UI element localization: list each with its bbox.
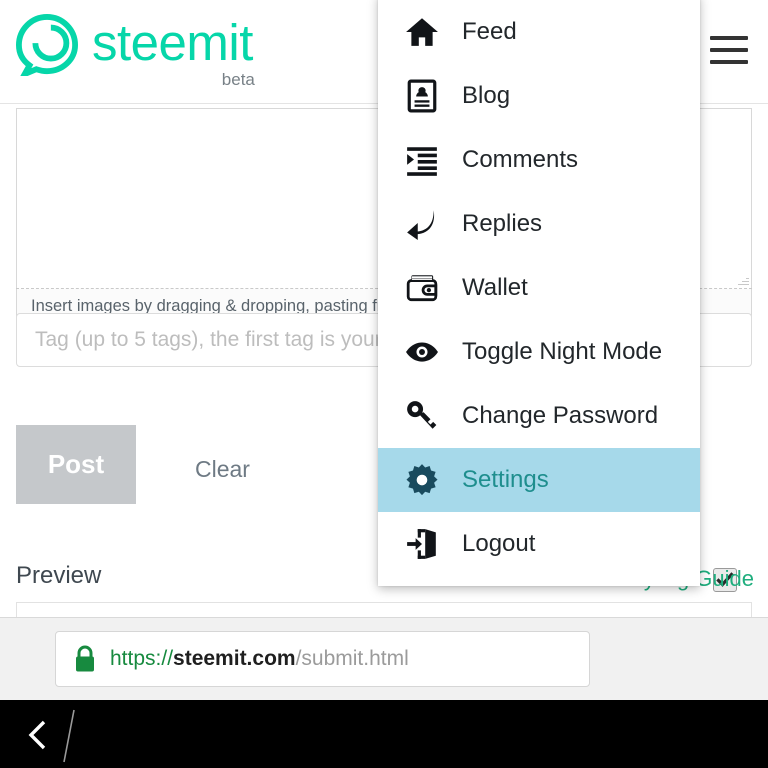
post-button[interactable]: Post bbox=[16, 425, 136, 504]
url-host: steemit.com bbox=[173, 647, 296, 670]
menu-item-label: Blog bbox=[462, 82, 511, 109]
hamburger-bar bbox=[710, 48, 748, 52]
menu-item-toggle-night-mode[interactable]: Toggle Night Mode bbox=[378, 320, 700, 384]
clear-button[interactable]: Clear bbox=[189, 455, 256, 484]
menu-item-settings[interactable]: Settings bbox=[378, 448, 700, 512]
brand-text: steemit beta bbox=[92, 13, 255, 89]
reply-icon bbox=[404, 206, 440, 242]
logout-icon bbox=[404, 526, 440, 562]
menu-item-blog[interactable]: Blog bbox=[378, 64, 700, 128]
id-card-icon bbox=[404, 78, 440, 114]
menu-item-wallet[interactable]: Wallet bbox=[378, 256, 700, 320]
url-text: https://steemit.com/submit.html bbox=[110, 647, 409, 671]
url-address-field[interactable]: https://steemit.com/submit.html bbox=[55, 631, 590, 687]
menu-item-label: Logout bbox=[462, 530, 536, 557]
hamburger-bar bbox=[710, 36, 748, 40]
wallet-icon bbox=[404, 270, 440, 306]
menu-item-label: Feed bbox=[462, 18, 517, 45]
preview-heading: Preview bbox=[16, 562, 102, 589]
textarea-resize-grip[interactable] bbox=[737, 274, 749, 286]
menu-item-label: Comments bbox=[462, 146, 579, 173]
menu-item-logout[interactable]: Logout bbox=[378, 512, 700, 576]
screen: steemit beta Insert images by dragging &… bbox=[0, 0, 768, 768]
browser-url-bar: https://steemit.com/submit.html 5 bbox=[0, 617, 768, 700]
android-nav-bar bbox=[0, 700, 768, 768]
brand-beta-tag: beta bbox=[221, 69, 255, 89]
hamburger-menu-icon[interactable] bbox=[710, 36, 748, 66]
eye-icon bbox=[404, 334, 440, 370]
url-path: /submit.html bbox=[295, 647, 409, 670]
hamburger-bar bbox=[710, 60, 748, 64]
brand-logo[interactable]: steemit beta bbox=[16, 13, 255, 89]
menu-item-feed[interactable]: Feed bbox=[378, 0, 700, 64]
steemit-logo-icon bbox=[16, 14, 78, 76]
user-dropdown-menu: Feed Blog Comments Replies Wallet Toggle Nigh… bbox=[378, 0, 700, 586]
menu-item-replies[interactable]: Replies bbox=[378, 192, 700, 256]
menu-item-change-password[interactable]: Change Password bbox=[378, 384, 700, 448]
menu-item-comments[interactable]: Comments bbox=[378, 128, 700, 192]
menu-item-label: Settings bbox=[462, 466, 549, 493]
url-scheme: https:// bbox=[110, 647, 174, 670]
gear-icon bbox=[404, 462, 440, 498]
nav-slash-decoration bbox=[63, 709, 75, 763]
home-icon bbox=[404, 14, 440, 50]
menu-item-label: Change Password bbox=[462, 402, 659, 429]
menu-item-label: Wallet bbox=[462, 274, 528, 301]
menu-item-label: Replies bbox=[462, 210, 543, 237]
menu-item-label: Toggle Night Mode bbox=[462, 338, 663, 365]
lock-icon bbox=[76, 645, 94, 672]
back-chevron-icon[interactable] bbox=[22, 718, 56, 752]
comments-icon bbox=[404, 142, 440, 178]
key-icon bbox=[404, 398, 440, 434]
brand-wordmark: steemit bbox=[92, 13, 253, 71]
